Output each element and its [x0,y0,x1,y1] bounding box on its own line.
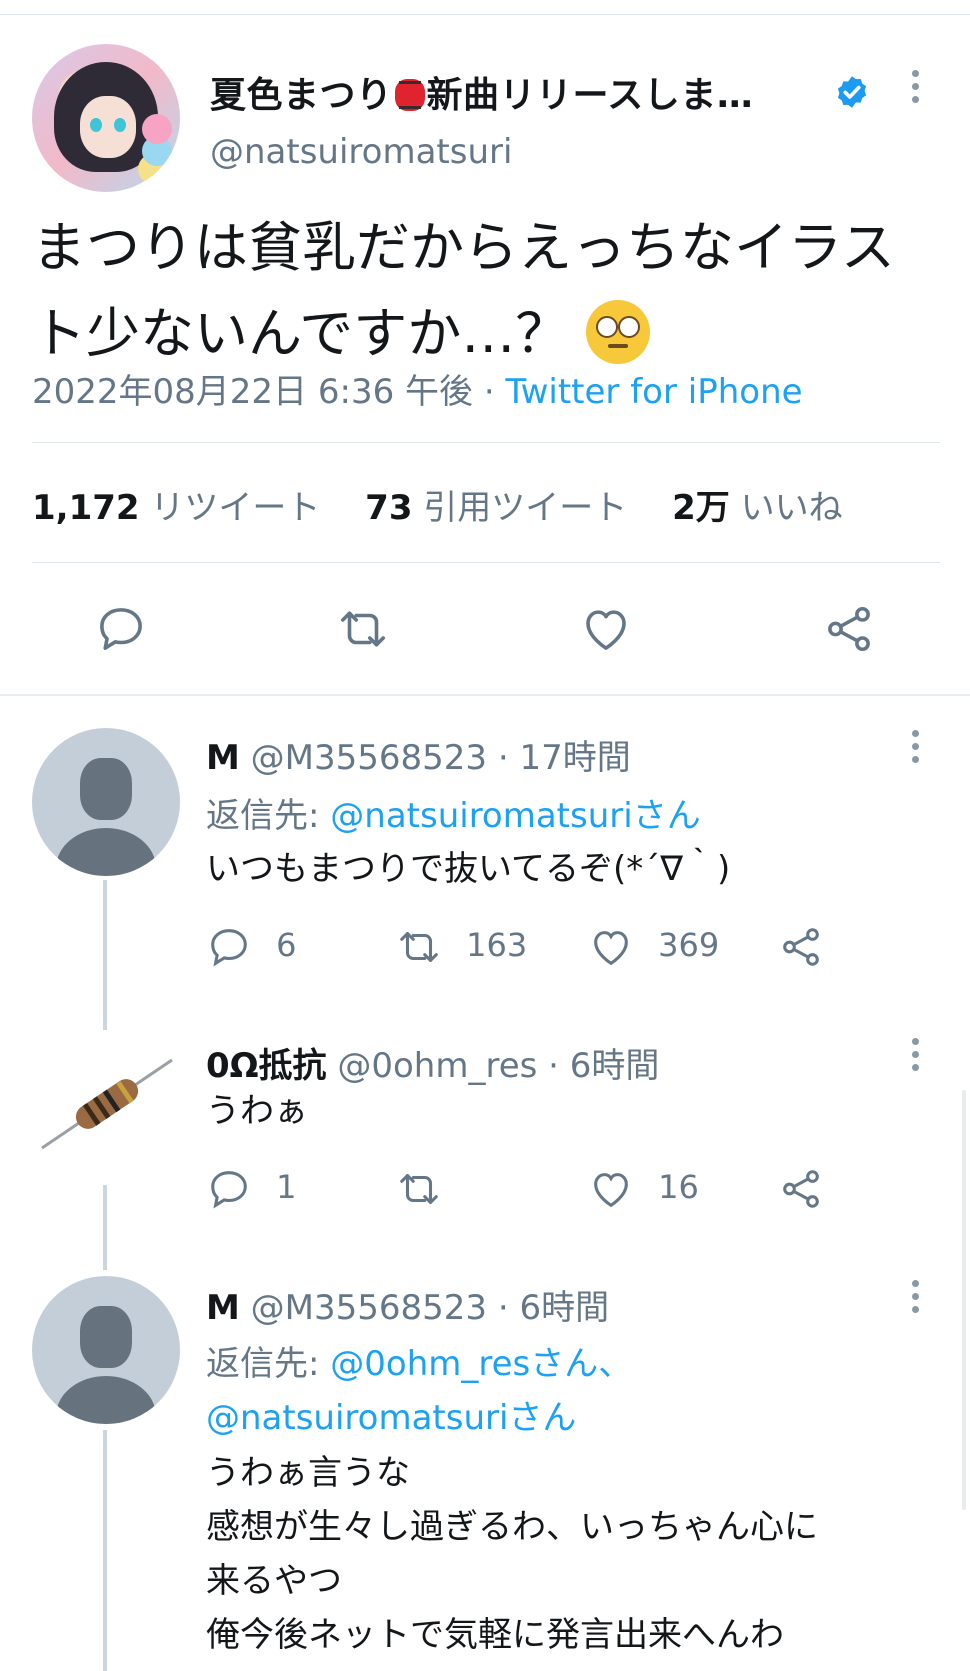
thread-line [103,1185,107,1270]
reply-text: いつもまつりで抜いてるぞ(*´∇｀) [206,849,731,889]
like-icon [594,931,628,966]
reply-icon [211,1171,247,1209]
tweet-body: まつりは貧乳だからえっちなイラス ト少ないんですか…？ [32,216,895,365]
retweet-icon[interactable] [336,602,390,656]
section-divider [0,694,970,696]
reply-header: 0Ω抵抗 @0ohm_res · 6時間 [206,1046,660,1086]
reply-author-name[interactable]: 0Ω抵抗 [206,1046,327,1086]
reply-to: 返信先: @natsuiromatsuriさん [206,796,701,836]
reply-to-link[interactable]: @natsuiromatsuriさん [330,796,700,836]
more-icon[interactable] [912,70,920,106]
reply-text-line: うわぁ言うな [206,1453,410,1493]
scrollbar[interactable] [962,1090,966,1510]
tweet-meta: 2022年08月22日 6:36 午後 · Twitter for iPhone [32,372,803,412]
share-action[interactable] [778,924,824,970]
top-divider [0,14,970,15]
quotes-stat[interactable]: 73 引用ツイート [365,488,627,528]
lantern-emoji [394,79,425,111]
thread-line [103,880,107,1030]
reply-text-line: 来るやつ [206,1561,342,1601]
source-link[interactable]: Twitter for iPhone [505,372,802,412]
reply-to: 返信先: @0ohm_resさん、 [206,1344,633,1384]
author-handle[interactable]: @natsuiromatsuri [210,132,512,172]
retweet-action[interactable]: 163 [396,924,527,970]
reply-author-name[interactable]: M [206,1288,240,1328]
author-avatar[interactable] [32,44,180,192]
divider [32,562,940,563]
resistor-avatar[interactable] [32,1030,180,1178]
like-icon[interactable] [579,602,633,656]
more-icon[interactable] [912,730,920,766]
divider [32,442,940,443]
reply-text: うわぁ [206,1091,308,1131]
reply-to-link[interactable]: @natsuiromatsuriさん [206,1398,576,1438]
thread-line [103,1430,107,1671]
retweet-icon [400,932,438,962]
retweets-stat[interactable]: 1,172 リツイート [32,488,320,528]
like-action[interactable]: 369 [588,924,719,970]
retweet-icon [400,1174,438,1204]
share-action[interactable] [778,1166,824,1212]
reply-to-continued: @natsuiromatsuriさん [206,1390,576,1439]
share-icon [783,1170,819,1208]
reply-header: M @M35568523 · 17時間 [206,738,631,778]
author-display-name[interactable]: 夏色まつり 新曲リリースしま… [210,66,753,118]
rolling-eyes-emoji [586,300,651,364]
reply-action[interactable]: 6 [206,924,297,970]
share-icon[interactable] [822,602,876,656]
reply-avatar[interactable] [32,1276,180,1424]
reply-icon[interactable] [94,602,148,656]
share-icon [783,928,819,966]
tweet-stats: 1,172 リツイート 73 引用ツイート 2万 いいね [32,480,843,529]
reply-icon [211,929,247,967]
reply-header: M @M35568523 · 6時間 [206,1288,610,1328]
like-action[interactable]: 16 [588,1166,699,1212]
likes-stat[interactable]: 2万 いいね [672,488,842,528]
reply-avatar[interactable] [32,728,180,876]
reply-action[interactable]: 1 [206,1166,297,1212]
verified-badge-icon [837,76,867,108]
reply-to-link[interactable]: @0ohm_resさん、 [330,1344,632,1384]
retweet-action[interactable] [396,1166,442,1212]
reply-text-line: 俺今後ネットで気軽に発言出来へんわ [206,1615,784,1655]
more-icon[interactable] [912,1038,920,1074]
reply-text-line: 感想が生々し過ぎるわ、いっちゃん心に [206,1507,818,1547]
like-icon [594,1173,628,1208]
reply-author-name[interactable]: M [206,738,240,778]
more-icon[interactable] [912,1280,920,1316]
